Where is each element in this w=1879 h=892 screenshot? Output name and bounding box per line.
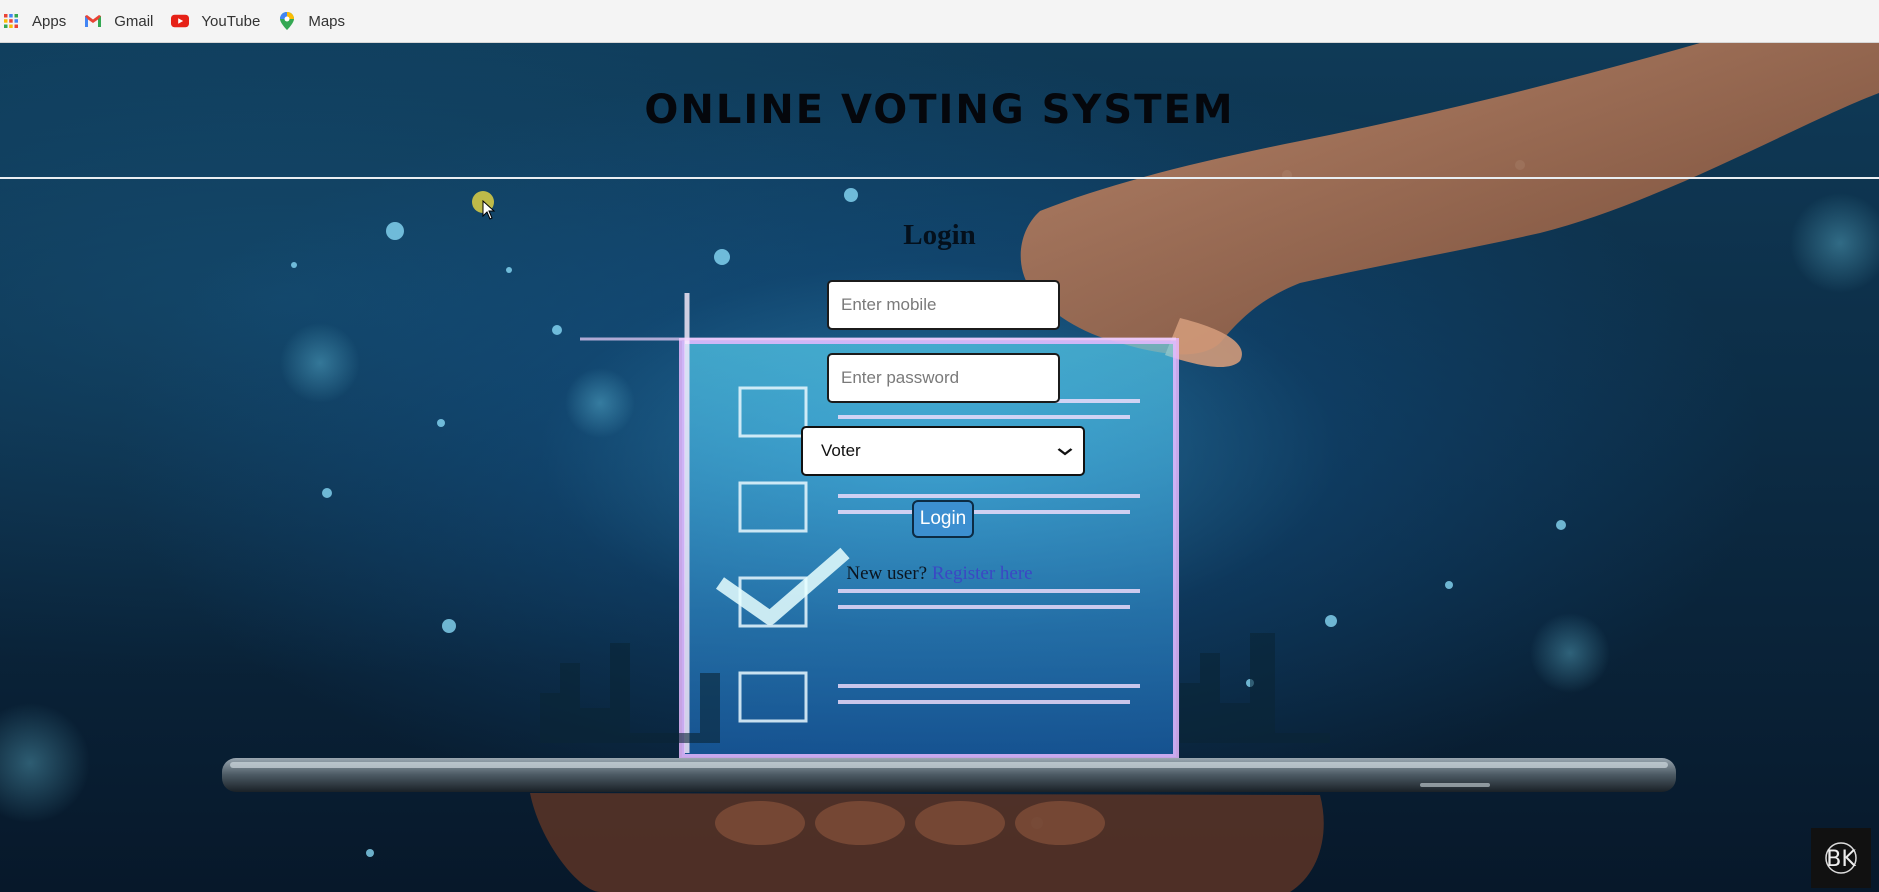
chevron-down-icon [1057, 443, 1073, 459]
bookmark-label: Gmail [114, 12, 154, 30]
header-divider [0, 177, 1879, 179]
login-button[interactable]: Login [912, 500, 974, 538]
bookmark-apps[interactable]: Apps [2, 6, 76, 36]
bookmark-label: Apps [32, 12, 67, 30]
bookmark-label: YouTube [201, 12, 261, 30]
mouse-cursor-icon [482, 200, 496, 220]
bookmarks-bar: Apps Gmail YouTube Maps [0, 0, 1879, 43]
bookmark-maps[interactable]: Maps [278, 6, 355, 36]
gmail-icon [84, 12, 102, 30]
mobile-input[interactable] [827, 280, 1060, 330]
bookmark-gmail[interactable]: Gmail [84, 6, 163, 36]
role-select-value: Voter [821, 441, 861, 460]
register-prompt: New user? Register here [0, 563, 1879, 585]
password-input[interactable] [827, 353, 1060, 403]
bookmark-label: Maps [308, 12, 346, 30]
page-title: ONLINE VOTING SYSTEM [644, 87, 1235, 133]
channel-logo: BK [1811, 828, 1871, 888]
new-user-text: New user? [846, 563, 928, 584]
bookmark-youtube[interactable]: YouTube [171, 6, 270, 36]
apps-grid-icon [2, 12, 20, 30]
register-link[interactable]: Register here [932, 563, 1033, 584]
login-heading: Login [903, 219, 976, 251]
youtube-icon [171, 12, 190, 30]
svg-text:BK: BK [1826, 847, 1856, 872]
maps-pin-icon [278, 12, 296, 30]
login-page: ONLINE VOTING SYSTEM Login Voter Login N… [0, 43, 1879, 892]
bk-logo-icon: BK [1825, 842, 1857, 874]
role-select[interactable]: Voter [801, 426, 1085, 476]
